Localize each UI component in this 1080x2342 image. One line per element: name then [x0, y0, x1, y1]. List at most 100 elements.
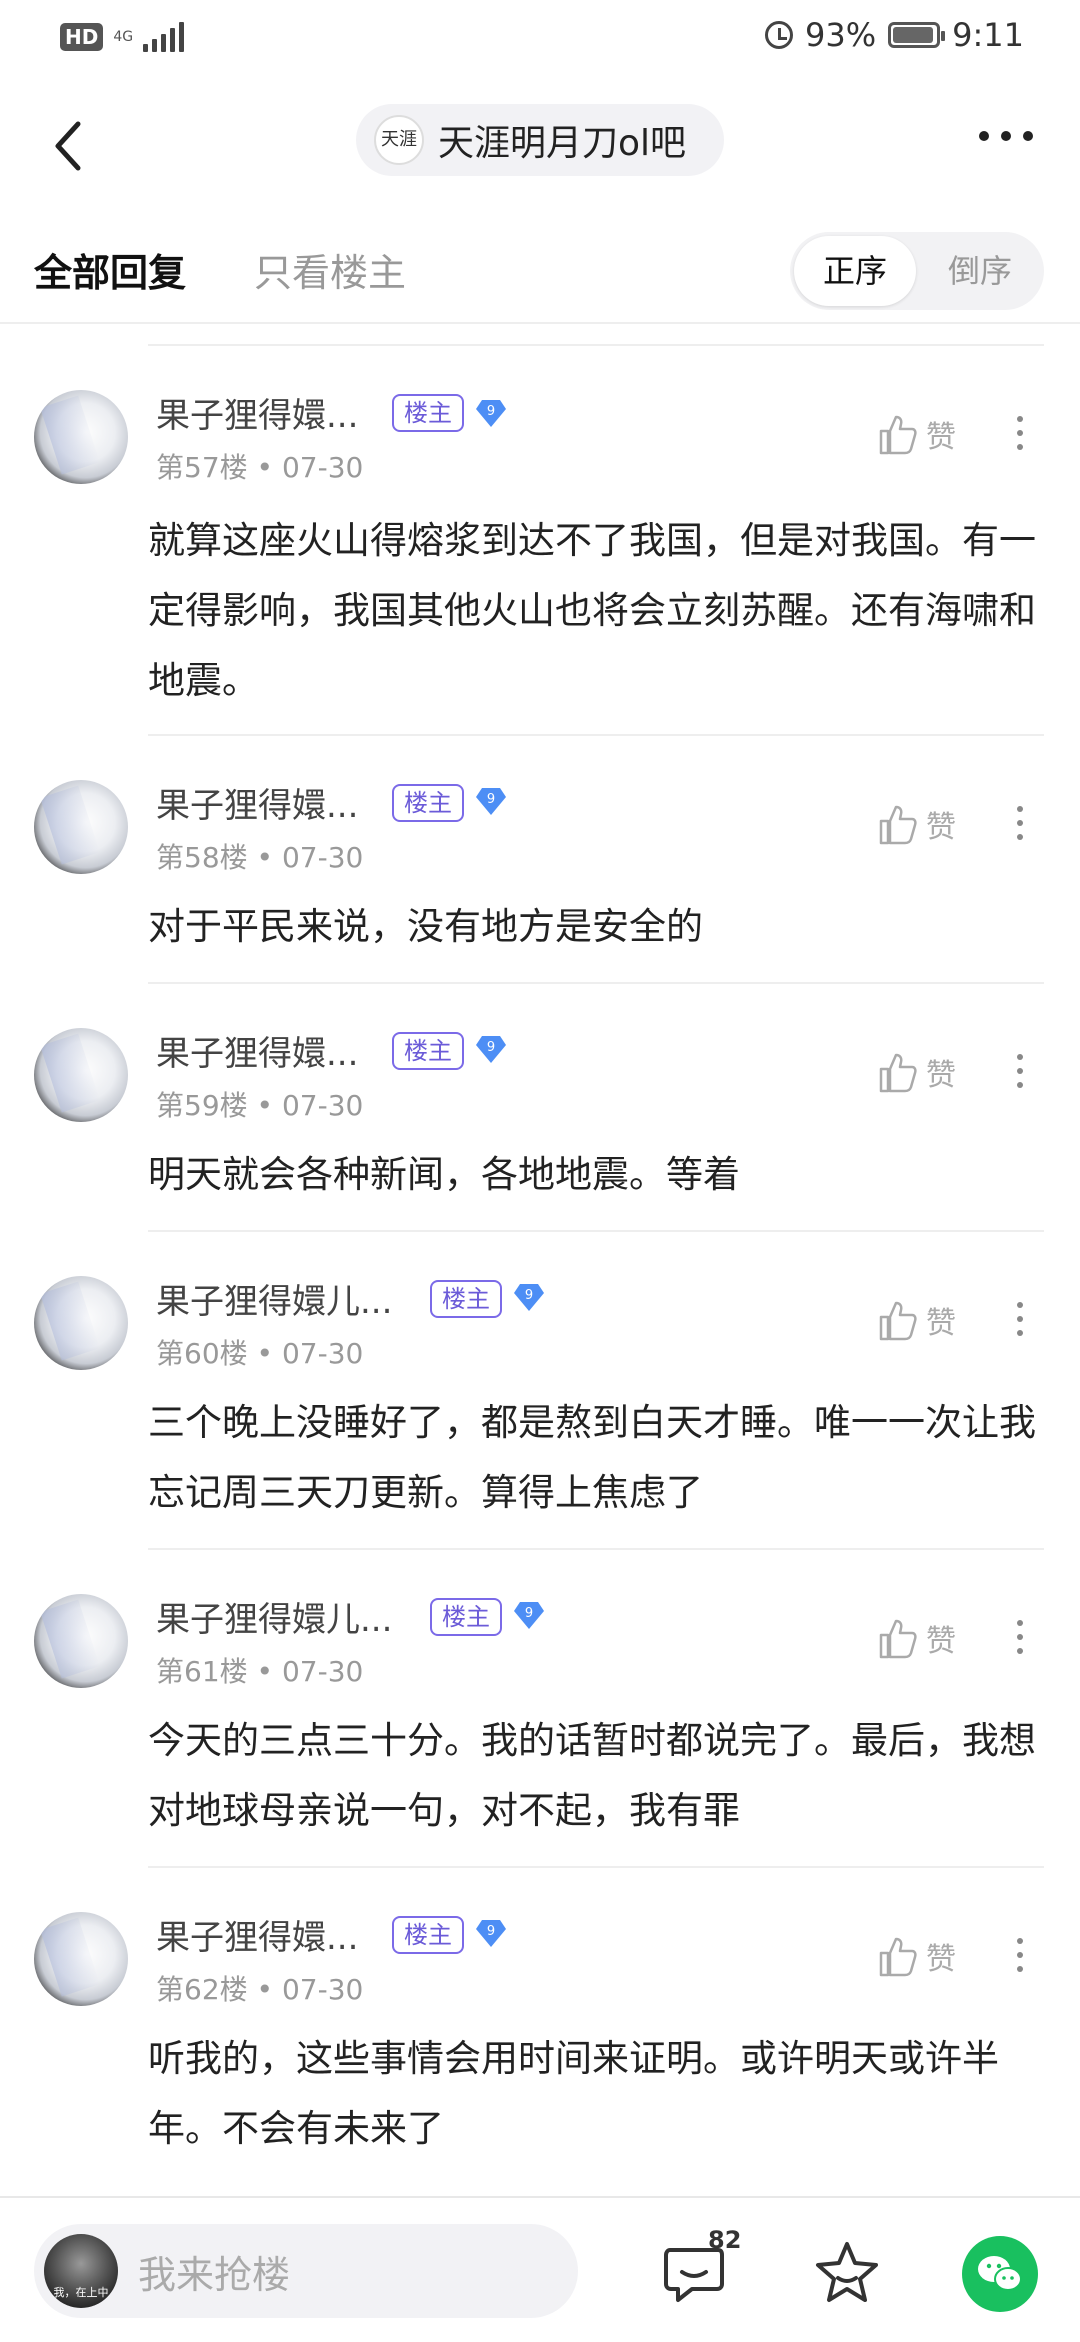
- alarm-icon: [765, 21, 794, 49]
- reply-input[interactable]: 我，在上中 我来抢楼: [34, 2224, 578, 2318]
- post-options-button[interactable]: [1014, 1302, 1026, 1336]
- order-asc-button[interactable]: 正序: [794, 236, 916, 306]
- owner-badge: 楼主: [392, 784, 464, 822]
- like-button[interactable]: 赞: [878, 802, 956, 846]
- reply-content: 今天的三点三十分。我的话暂时都说完了。最后，我想对地球母亲说一句，对不起，我有罪: [148, 1719, 1036, 1832]
- chevron-left-icon: [55, 121, 81, 171]
- author-name[interactable]: 果子狸得嬛...: [156, 1026, 358, 1075]
- floor-number: 第61楼: [156, 1655, 248, 1688]
- wechat-share-button[interactable]: [962, 2236, 1038, 2312]
- floor-number: 第57楼: [156, 451, 248, 484]
- wechat-icon: [978, 2256, 1022, 2291]
- floor-meta: 第59楼 • 07-30: [156, 1089, 364, 1122]
- reply-tabs: 全部回复 只看楼主 正序 倒序: [0, 226, 1080, 324]
- post-date: 07-30: [281, 451, 364, 484]
- forum-avatar: 天涯: [374, 115, 424, 165]
- comment-count: 82: [708, 2226, 742, 2254]
- author-name[interactable]: 果子狸得嬛...: [156, 1910, 358, 1959]
- author-name[interactable]: 果子狸得嬛儿...: [156, 1592, 392, 1641]
- back-button[interactable]: [48, 116, 98, 176]
- floor-number: 第58楼: [156, 841, 248, 874]
- post-date: 07-30: [281, 1089, 364, 1122]
- level-diamond-icon: 9: [476, 1920, 506, 1947]
- floor-meta: 第62楼 • 07-30: [156, 1973, 364, 2006]
- owner-badge: 楼主: [392, 394, 464, 432]
- svg-text:9: 9: [487, 1040, 495, 1055]
- like-label: 赞: [926, 810, 956, 845]
- divider: [148, 982, 1044, 984]
- like-label: 赞: [926, 1624, 956, 1659]
- svg-text:9: 9: [487, 1924, 495, 1939]
- avatar[interactable]: [34, 390, 128, 484]
- forum-name: 天涯明月刀ol吧: [438, 123, 687, 164]
- divider: [148, 734, 1044, 736]
- owner-badge: 楼主: [430, 1598, 502, 1636]
- post-options-button[interactable]: [1014, 416, 1026, 450]
- like-label: 赞: [926, 420, 956, 455]
- thumbs-up-icon: [879, 415, 917, 455]
- hd-badge: HD: [60, 23, 104, 51]
- status-bar: HD 4G 93% 9:11: [0, 0, 1080, 76]
- bottom-reply-bar: 我，在上中 我来抢楼 82: [0, 2196, 1080, 2342]
- level-diamond-icon: 9: [476, 1036, 506, 1063]
- owner-badge: 楼主: [392, 1032, 464, 1070]
- tab-all-replies[interactable]: 全部回复: [34, 242, 186, 297]
- avatar[interactable]: [34, 1912, 128, 2006]
- post-date: 07-30: [281, 1973, 364, 2006]
- like-button[interactable]: 赞: [878, 412, 956, 456]
- network-type: 4G: [113, 29, 134, 45]
- avatar[interactable]: [34, 780, 128, 874]
- svg-text:9: 9: [487, 404, 495, 419]
- author-name[interactable]: 果子狸得嬛...: [156, 388, 358, 437]
- star-icon[interactable]: [814, 2240, 880, 2306]
- owner-badge: 楼主: [430, 1280, 502, 1318]
- status-right: 93% 9:11: [765, 16, 1024, 54]
- floor-meta: 第60楼 • 07-30: [156, 1337, 364, 1370]
- signal-icon: [143, 22, 185, 52]
- more-options-button[interactable]: [976, 116, 1036, 160]
- author-name[interactable]: 果子狸得嬛...: [156, 778, 358, 827]
- level-diamond-icon: 9: [514, 1602, 544, 1629]
- post-options-button[interactable]: [1014, 806, 1026, 840]
- avatar[interactable]: [34, 1276, 128, 1370]
- like-button[interactable]: 赞: [878, 1934, 956, 1978]
- tab-owner-only[interactable]: 只看楼主: [254, 242, 406, 297]
- like-button[interactable]: 赞: [878, 1298, 956, 1342]
- thumbs-up-icon: [879, 1937, 917, 1977]
- post-date: 07-30: [281, 1655, 364, 1688]
- post-options-button[interactable]: [1014, 1054, 1026, 1088]
- author-name[interactable]: 果子狸得嬛儿...: [156, 1274, 392, 1323]
- level-diamond-icon: 9: [514, 1284, 544, 1311]
- avatar[interactable]: [34, 1028, 128, 1122]
- post-options-button[interactable]: [1014, 1620, 1026, 1654]
- avatar[interactable]: [34, 1594, 128, 1688]
- post-date: 07-30: [281, 1337, 364, 1370]
- divider: [148, 1866, 1044, 1868]
- thumbs-up-icon: [879, 805, 917, 845]
- like-button[interactable]: 赞: [878, 1616, 956, 1660]
- forum-link[interactable]: 天涯 天涯明月刀ol吧: [356, 104, 724, 176]
- level-diamond-icon: 9: [476, 400, 506, 427]
- divider: [148, 344, 1044, 346]
- my-avatar: 我，在上中: [44, 2234, 118, 2308]
- battery-percent: 93%: [805, 16, 877, 54]
- thumbs-up-icon: [879, 1619, 917, 1659]
- post-options-button[interactable]: [1014, 1938, 1026, 1972]
- floor-number: 第62楼: [156, 1973, 248, 2006]
- thumbs-up-icon: [879, 1053, 917, 1093]
- reply-content: 听我的，这些事情会用时间来证明。或许明天或许半年。不会有未来了: [148, 2037, 999, 2150]
- post-date: 07-30: [281, 841, 364, 874]
- svg-text:9: 9: [525, 1288, 533, 1303]
- reply-content: 就算这座火山得熔浆到达不了我国，但是对我国。有一定得影响，我国其他火山也将会立刻…: [148, 519, 1036, 702]
- like-button[interactable]: 赞: [878, 1050, 956, 1094]
- order-desc-button[interactable]: 倒序: [920, 236, 1040, 306]
- owner-badge: 楼主: [392, 1916, 464, 1954]
- divider: [148, 1230, 1044, 1232]
- reply-placeholder: 我来抢楼: [138, 2252, 291, 2297]
- like-label: 赞: [926, 1058, 956, 1093]
- more-dots-icon: [979, 131, 1033, 141]
- level-diamond-icon: 9: [476, 788, 506, 815]
- floor-number: 第60楼: [156, 1337, 248, 1370]
- top-bar: 天涯 天涯明月刀ol吧: [0, 96, 1080, 192]
- reply-content: 三个晚上没睡好了，都是熬到白天才睡。唯一一次让我忘记周三天刀更新。算得上焦虑了: [148, 1401, 1036, 1514]
